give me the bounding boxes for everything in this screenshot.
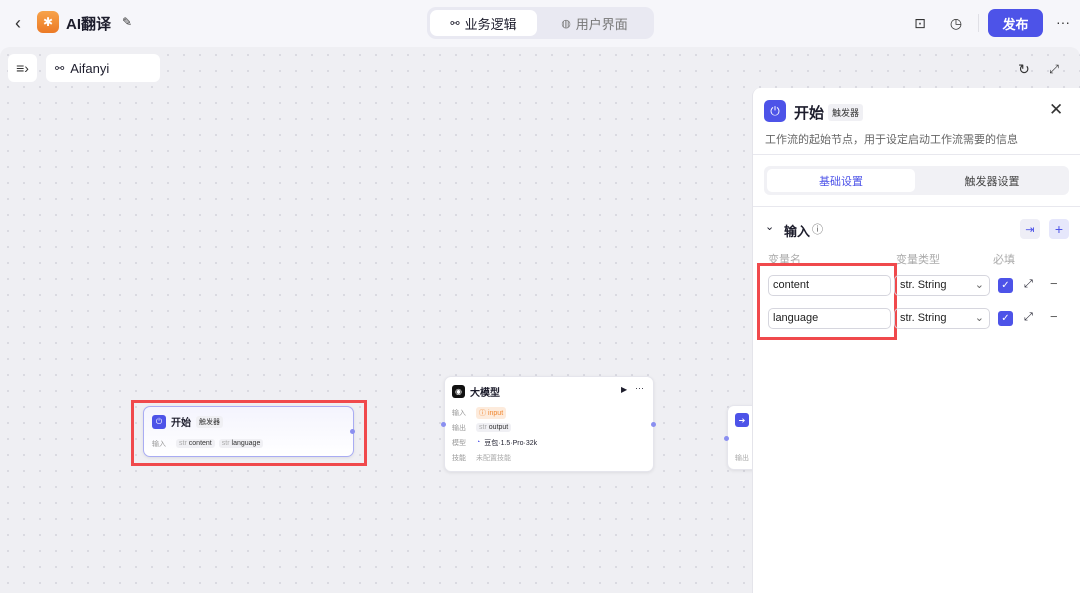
variable-name-input[interactable]: content xyxy=(768,275,891,296)
output-label: 输出 xyxy=(452,424,466,432)
output-port[interactable] xyxy=(350,429,355,434)
trigger-badge: 触发器 xyxy=(828,104,864,121)
more-button[interactable]: ··· xyxy=(1054,13,1072,31)
divider xyxy=(753,154,1080,155)
tab-label: 业务逻辑 xyxy=(464,16,517,32)
chevron-down-icon: ⌄ xyxy=(974,279,984,291)
palette-icon: ◍ xyxy=(561,17,571,30)
tab-basic-settings[interactable]: 基础设置 xyxy=(767,169,915,192)
variable-type-select[interactable]: str. String ⌄ xyxy=(894,275,990,296)
view-switcher: ⚯ 业务逻辑 ◍ 用户界面 xyxy=(427,7,654,39)
input-tag: str language xyxy=(218,439,264,448)
panel-tabs: 基础设置 触发器设置 xyxy=(764,166,1069,195)
output-tag: str output xyxy=(476,423,512,432)
panel-title: 开始 xyxy=(794,105,825,122)
info-icon[interactable]: ⓘ xyxy=(812,221,823,237)
start-icon: ⏻ xyxy=(152,414,166,429)
input-port[interactable] xyxy=(724,436,729,441)
top-bar: ‹ ✱ AI翻译 ✎ ⚯ 业务逻辑 ◍ 用户界面 ⊡ ◷ 发布 ··· xyxy=(0,0,1080,46)
remove-icon[interactable]: − xyxy=(1050,276,1058,291)
doubao-icon: ◔ xyxy=(476,439,481,446)
skill-value: 未配置技能 xyxy=(476,454,511,462)
section-title: 输入 xyxy=(784,224,811,239)
divider xyxy=(978,14,979,32)
close-icon[interactable]: ✕ xyxy=(1049,100,1063,120)
output-port[interactable] xyxy=(651,422,656,427)
llm-icon: ◉ xyxy=(452,385,465,398)
llm-node[interactable]: ◉ 大模型 ▶ ··· 输入 ⓘ input 输出 str output 模型 ◔ 豆包·… xyxy=(441,376,656,472)
flow-icon: ⚯ xyxy=(450,17,460,30)
tab-label: 用户界面 xyxy=(575,16,628,32)
input-port[interactable] xyxy=(441,422,446,427)
expand-icon[interactable]: ⤢ xyxy=(1024,278,1033,291)
panel-description: 工作流的起始节点，用于设定启动工作流需要的信息 xyxy=(765,134,1018,146)
input-label: 输入 xyxy=(452,409,466,417)
sidebar-toggle-icon[interactable]: ≡› xyxy=(8,54,37,82)
variable-name-input[interactable]: language xyxy=(768,308,891,329)
tab-user-interface[interactable]: ◍ 用户界面 xyxy=(541,10,648,36)
column-header: 变量类型 xyxy=(896,254,940,266)
history-icon[interactable]: ◷ xyxy=(947,14,965,32)
variable-type-select[interactable]: str. String ⌄ xyxy=(894,308,990,329)
required-checkbox[interactable]: ✓ xyxy=(998,278,1013,293)
skill-label: 技能 xyxy=(452,454,466,462)
tab-trigger-settings[interactable]: 触发器设置 xyxy=(918,169,1066,192)
run-icon[interactable]: ▶ xyxy=(621,385,627,394)
start-icon: ⏻ xyxy=(764,100,786,122)
app-logo-icon: ✱ xyxy=(37,11,59,33)
start-node[interactable]: ⏻ 开始 触发器 输入 str content str language xyxy=(143,406,355,457)
column-header: 必填 xyxy=(993,254,1015,266)
node-title: 大模型 xyxy=(470,388,500,399)
expand-icon[interactable]: ⤢ xyxy=(1024,311,1033,324)
workflow-name: Aifanyi xyxy=(70,60,110,76)
fullscreen-icon[interactable]: ⤢ xyxy=(1045,60,1063,78)
model-label: 模型 xyxy=(452,439,466,447)
import-icon[interactable]: ⇥ xyxy=(1020,219,1040,239)
output-label: 输出 xyxy=(735,455,749,462)
more-icon[interactable]: ··· xyxy=(635,383,644,393)
input-label: 输入 xyxy=(152,440,166,448)
model-value: 豆包·1.5·Pro·32k xyxy=(484,439,538,447)
app-title: AI翻译 xyxy=(66,16,112,33)
back-button[interactable]: ‹ xyxy=(10,13,26,33)
input-tag: str content xyxy=(176,439,215,448)
end-icon: ➔ xyxy=(735,413,749,427)
archive-icon[interactable]: ⊡ xyxy=(911,14,929,32)
chevron-down-icon: ⌄ xyxy=(974,312,984,324)
refresh-icon[interactable]: ↻ xyxy=(1015,60,1033,78)
edit-icon[interactable]: ✎ xyxy=(120,14,134,30)
add-variable-button[interactable]: + xyxy=(1049,219,1069,239)
flow-icon: ⚯ xyxy=(55,62,65,75)
divider xyxy=(753,206,1080,207)
required-checkbox[interactable]: ✓ xyxy=(998,311,1013,326)
remove-icon[interactable]: − xyxy=(1050,309,1058,324)
collapse-chevron-icon[interactable]: ⌄ xyxy=(765,220,774,233)
trigger-badge: 触发器 xyxy=(196,415,223,428)
input-warning-tag: ⓘ input xyxy=(476,406,507,419)
node-title: 开始 xyxy=(171,418,191,429)
publish-button[interactable]: 发布 xyxy=(988,9,1043,37)
tab-business-logic[interactable]: ⚯ 业务逻辑 xyxy=(430,10,537,36)
workflow-name-chip[interactable]: ⚯ Aifanyi xyxy=(46,54,160,82)
node-config-panel: ⏻ 开始 触发器 ✕ 工作流的起始节点，用于设定启动工作流需要的信息 基础设置 … xyxy=(752,88,1080,593)
